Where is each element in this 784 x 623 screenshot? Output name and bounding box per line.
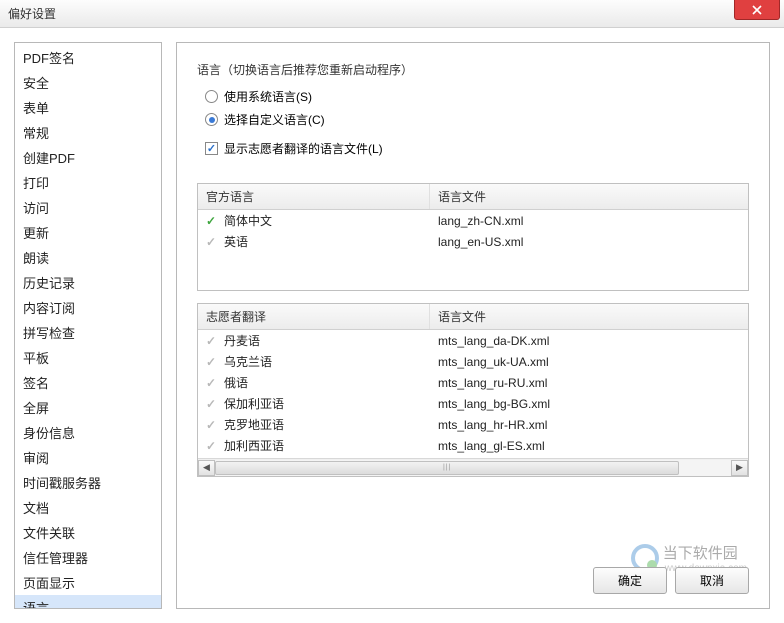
checkmark-icon: ✓ [206,214,220,228]
radio-label: 选择自定义语言(C) [224,111,325,128]
watermark-text: 当下软件园 [663,542,747,563]
sidebar-item[interactable]: 语言 [15,595,161,609]
sidebar-item[interactable]: 签名 [15,370,161,395]
horizontal-scrollbar[interactable]: ◀ ▶ [198,458,748,476]
language-name: 俄语 [224,374,248,391]
window-title: 偏好设置 [8,5,56,22]
checkmark-icon: ✓ [206,376,220,390]
volunteer-language-table: 志愿者翻译 语言文件 ✓ 丹麦语 mts_lang_da-DK.xml ✓ 乌克兰语 mt… [197,303,749,477]
table-row[interactable]: ✓ 英语 lang_en-US.xml [198,231,748,252]
language-name: 克罗地亚语 [224,416,284,433]
table-body[interactable]: ✓ 简体中文 lang_zh-CN.xml ✓ 英语 lang_en-US.xml [198,210,748,290]
table-row[interactable]: ✓ 简体中文 lang_zh-CN.xml [198,210,748,231]
sidebar-item[interactable]: 页面显示 [15,570,161,595]
language-file: mts_lang_uk-UA.xml [430,352,748,371]
scroll-track[interactable] [215,460,731,476]
sidebar-item[interactable]: PDF签名 [15,45,161,70]
language-name: 简体中文 [224,212,272,229]
sidebar-item[interactable]: 拼写检查 [15,320,161,345]
sidebar-item[interactable]: 常规 [15,120,161,145]
radio-label: 使用系统语言(S) [224,88,312,105]
sidebar-item[interactable]: 历史记录 [15,270,161,295]
table-body[interactable]: ✓ 丹麦语 mts_lang_da-DK.xml ✓ 乌克兰语 mts_lang_uk-U… [198,330,748,458]
table-row[interactable]: ✓ 保加利亚语 mts_lang_bg-BG.xml [198,393,748,414]
sidebar-item[interactable]: 时间戳服务器 [15,470,161,495]
column-header-language[interactable]: 志愿者翻译 [198,304,430,329]
column-header-file[interactable]: 语言文件 [430,184,748,209]
sidebar-item[interactable]: 安全 [15,70,161,95]
sidebar-item[interactable]: 信任管理器 [15,545,161,570]
sidebar-item[interactable]: 文档 [15,495,161,520]
checkmark-icon: ✓ [206,355,220,369]
table-row[interactable]: ✓ 丹麦语 mts_lang_da-DK.xml [198,330,748,351]
sidebar-item[interactable]: 打印 [15,170,161,195]
language-name: 保加利亚语 [224,395,284,412]
radio-system-language[interactable]: 使用系统语言(S) [197,88,749,105]
table-row[interactable]: ✓ 俄语 mts_lang_ru-RU.xml [198,372,748,393]
ok-button[interactable]: 确定 [593,567,667,594]
language-file: mts_lang_da-DK.xml [430,331,748,350]
sidebar-item[interactable]: 表单 [15,95,161,120]
scroll-left-button[interactable]: ◀ [198,460,215,476]
scroll-right-button[interactable]: ▶ [731,460,748,476]
sidebar-item[interactable]: 身份信息 [15,420,161,445]
language-name: 丹麦语 [224,332,260,349]
language-file: mts_lang_bg-BG.xml [430,394,748,413]
column-header-language[interactable]: 官方语言 [198,184,430,209]
sidebar-item[interactable]: 更新 [15,220,161,245]
cancel-button[interactable]: 取消 [675,567,749,594]
column-header-file[interactable]: 语言文件 [430,304,748,329]
language-group-label: 语言（切换语言后推荐您重新启动程序） [197,61,749,78]
sidebar-item[interactable]: 审阅 [15,445,161,470]
radio-icon [205,90,218,103]
checkbox-icon [205,142,218,155]
radio-custom-language[interactable]: 选择自定义语言(C) [197,111,749,128]
language-name: 英语 [224,233,248,250]
sidebar-item[interactable]: 内容订阅 [15,295,161,320]
checkmark-icon: ✓ [206,334,220,348]
language-file: lang_en-US.xml [430,232,748,251]
language-file: mts_lang_hr-HR.xml [430,415,748,434]
language-name: 加利西亚语 [224,437,284,454]
table-row[interactable]: ✓ 乌克兰语 mts_lang_uk-UA.xml [198,351,748,372]
sidebar-item[interactable]: 访问 [15,195,161,220]
close-button[interactable] [734,0,780,20]
settings-panel: 语言（切换语言后推荐您重新启动程序） 使用系统语言(S) 选择自定义语言(C) … [176,42,770,609]
title-bar: 偏好设置 [0,0,784,28]
checkmark-icon: ✓ [206,418,220,432]
language-file: mts_lang_ru-RU.xml [430,373,748,392]
dialog-footer: 确定 取消 [593,567,749,594]
table-row[interactable]: ✓ 加利西亚语 mts_lang_gl-ES.xml [198,435,748,456]
table-header: 志愿者翻译 语言文件 [198,304,748,330]
checkbox-show-volunteer[interactable]: 显示志愿者翻译的语言文件(L) [197,140,749,157]
table-header: 官方语言 语言文件 [198,184,748,210]
close-icon [752,5,762,15]
sidebar-item[interactable]: 朗读 [15,245,161,270]
language-file: mts_lang_gl-ES.xml [430,436,748,455]
sidebar-item[interactable]: 文件关联 [15,520,161,545]
checkmark-icon: ✓ [206,397,220,411]
checkmark-icon: ✓ [206,235,220,249]
language-name: 乌克兰语 [224,353,272,370]
scroll-thumb[interactable] [215,461,679,475]
language-file: lang_zh-CN.xml [430,211,748,230]
category-sidebar[interactable]: PDF签名安全表单常规创建PDF打印访问更新朗读历史记录内容订阅拼写检查平板签名… [14,42,162,609]
radio-icon [205,113,218,126]
table-row[interactable]: ✓ 克罗地亚语 mts_lang_hr-HR.xml [198,414,748,435]
checkmark-icon: ✓ [206,439,220,453]
official-language-table: 官方语言 语言文件 ✓ 简体中文 lang_zh-CN.xml ✓ 英语 lang_en-… [197,183,749,291]
sidebar-item[interactable]: 全屏 [15,395,161,420]
sidebar-item[interactable]: 创建PDF [15,145,161,170]
sidebar-item[interactable]: 平板 [15,345,161,370]
checkbox-label: 显示志愿者翻译的语言文件(L) [224,140,383,157]
content-area: PDF签名安全表单常规创建PDF打印访问更新朗读历史记录内容订阅拼写检查平板签名… [0,28,784,623]
